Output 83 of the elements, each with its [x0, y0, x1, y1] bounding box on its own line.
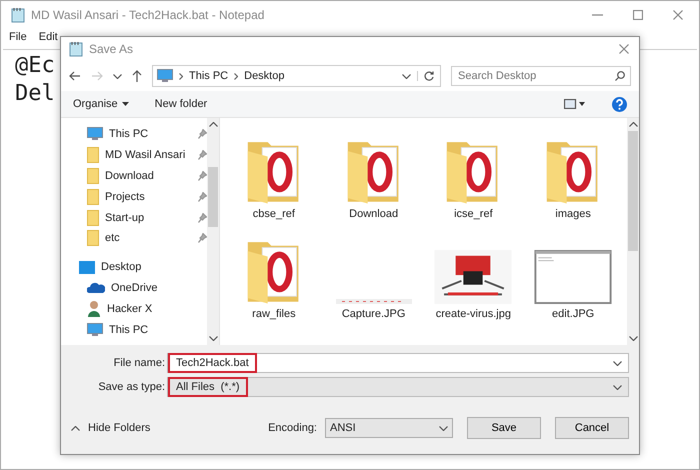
code-line: Del	[15, 80, 55, 108]
folder-tile[interactable]: icse_ref	[424, 126, 524, 226]
caret-icon[interactable]	[439, 426, 448, 430]
folder-icon	[87, 147, 99, 164]
sidebar-item[interactable]: This PC	[61, 319, 207, 340]
caret-icon	[122, 102, 129, 106]
caret-icon[interactable]	[613, 360, 622, 366]
sidebar-item[interactable]: MD Wasil Ansari	[61, 144, 207, 166]
scroll-down-icon[interactable]	[628, 336, 638, 341]
folder-tile[interactable]: Download	[324, 126, 424, 226]
folder-tile[interactable]: cbse_ref	[224, 126, 324, 226]
breadcrumb[interactable]: This PC	[189, 70, 228, 82]
folder-tile[interactable]: images	[523, 126, 623, 226]
pin-icon	[198, 233, 207, 244]
desktop-icon	[79, 260, 95, 274]
computer-icon	[87, 322, 103, 337]
menu-item[interactable]: File	[9, 31, 27, 45]
chevron-icon	[234, 72, 238, 80]
scroll-down-icon[interactable]	[208, 336, 218, 341]
dialog-title: Save As	[89, 42, 134, 56]
organise-menu[interactable]: Organise	[73, 98, 129, 110]
image-tile[interactable]: Capture.JPG	[324, 226, 424, 326]
folder-icon	[87, 230, 99, 246]
folder-icon	[87, 168, 99, 184]
field-label: Encoding:	[268, 422, 317, 434]
sidebar-item[interactable]: Hacker X	[61, 298, 207, 320]
caret-icon[interactable]	[71, 426, 80, 430]
user-icon	[87, 300, 101, 318]
close-icon[interactable]	[673, 10, 683, 20]
maximize-icon[interactable]	[633, 10, 643, 20]
chevron-icon	[179, 72, 183, 80]
sidebar-item[interactable]: OneDrive	[61, 278, 207, 298]
scrollbar-thumb[interactable]	[208, 167, 218, 227]
scroll-up-icon[interactable]	[628, 122, 638, 127]
sidebar-item[interactable]: etc	[61, 228, 207, 249]
dialog-button[interactable]: Cancel	[555, 417, 629, 439]
hide-folders-button[interactable]: Hide Folders	[71, 422, 150, 434]
menu-item[interactable]: Edit	[38, 31, 58, 45]
code-line: @Ec	[15, 52, 55, 80]
dialog-button[interactable]: Save	[467, 417, 541, 439]
new-folder-button[interactable]: New folder	[154, 98, 208, 110]
close-icon[interactable]	[619, 44, 629, 54]
sidebar-item[interactable]: Start-up	[61, 207, 207, 228]
computer-icon	[157, 69, 173, 83]
pin-icon	[198, 150, 207, 160]
pin-icon	[198, 192, 207, 202]
encoding-dropdown[interactable]: ANSI	[325, 418, 453, 438]
help-icon[interactable]	[612, 96, 627, 112]
breadcrumb[interactable]: Desktop	[244, 70, 284, 82]
sidebar-item[interactable]: Download	[61, 166, 207, 186]
caret-icon[interactable]	[402, 74, 411, 78]
field-label: Save as type:	[97, 381, 165, 393]
image-tile[interactable]: edit.JPG	[523, 226, 623, 326]
search-field[interactable]: Search Desktop	[451, 66, 631, 86]
back-icon[interactable]	[69, 71, 81, 81]
scroll-up-icon[interactable]	[208, 122, 218, 127]
save-type-dropdown[interactable]: All Files (*.*)	[167, 377, 629, 397]
image-tile[interactable]: create-virus.jpg	[424, 226, 524, 326]
folder-tile[interactable]: raw_files	[224, 226, 324, 326]
window-title: MD Wasil Ansari - Tech2Hack.bat - Notepad	[31, 8, 266, 22]
caret-icon[interactable]	[613, 384, 622, 390]
up-icon[interactable]	[132, 70, 142, 82]
notepad-icon	[11, 7, 25, 23]
file-name-field[interactable]: Tech2Hack.bat	[167, 353, 629, 373]
folder-icon	[87, 188, 99, 205]
recent-caret-icon[interactable]	[113, 74, 122, 78]
view-icon[interactable]	[564, 99, 586, 109]
search-icon[interactable]	[615, 71, 625, 81]
sidebar-item[interactable]: This PC	[61, 124, 207, 145]
address-bar[interactable]: This PC Desktop	[152, 65, 441, 87]
minimize-icon[interactable]	[592, 14, 603, 16]
refresh-icon[interactable]	[424, 71, 434, 81]
pin-icon	[198, 129, 207, 140]
sidebar-item[interactable]: Desktop	[61, 256, 207, 278]
folder-icon	[87, 210, 99, 226]
notepad-icon	[69, 41, 83, 57]
scrollbar-thumb[interactable]	[628, 131, 638, 251]
pin-icon	[198, 170, 207, 181]
computer-icon	[87, 127, 103, 142]
sidebar-item[interactable]: Projects	[61, 186, 207, 208]
cloud-icon	[87, 282, 105, 294]
field-label: File name:	[112, 357, 165, 369]
pin-icon	[198, 212, 207, 223]
